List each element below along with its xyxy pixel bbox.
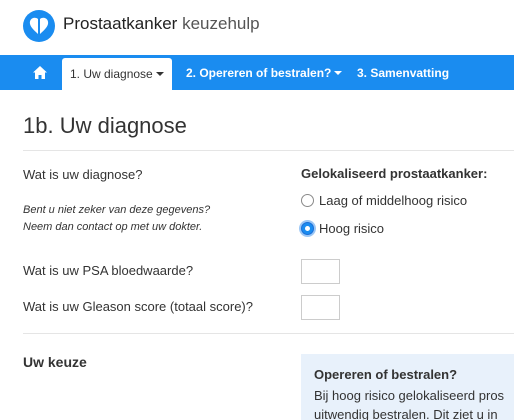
app-title-main: Prostaatkanker — [63, 14, 178, 33]
hint-text: Bent u niet zeker van deze gegevens? Nee… — [23, 202, 210, 236]
info-title: Opereren of bestralen? — [314, 367, 458, 382]
gleason-input[interactable] — [301, 295, 340, 320]
heart-split-icon[interactable] — [23, 10, 55, 42]
choice-title: Uw keuze — [23, 354, 87, 370]
chevron-down-icon — [334, 70, 343, 75]
tab-samenvatting-label: 3. Samenvatting — [357, 65, 450, 80]
app-title-sub: keuzehulp — [182, 14, 260, 33]
info-text-line: uitwendig bestralen. Dit ziet u in — [314, 407, 498, 420]
gleason-question: Wat is uw Gleason score (totaal score)? — [23, 299, 253, 314]
localized-cancer-title: Gelokaliseerd prostaatkanker: — [301, 166, 488, 181]
nav-home-button[interactable] — [25, 55, 55, 90]
radio-high-risk[interactable]: Hoog risico — [301, 221, 384, 236]
hint-line: Neem dan contact op met uw dokter. — [23, 221, 203, 233]
info-text: Bij hoog risico gelokaliseerd pros uitwe… — [314, 386, 514, 420]
radio-low-medium-risk[interactable]: Laag of middelhoog risico — [301, 193, 467, 208]
chevron-down-icon — [155, 72, 164, 76]
info-box: Opereren of bestralen? Bij hoog risico g… — [301, 354, 514, 420]
tab-opereren-bestralen[interactable]: 2. Opereren of bestralen? — [186, 55, 343, 90]
radio-label: Laag of middelhoog risico — [319, 193, 468, 208]
tab-opereren-bestralen-label: 2. Opereren of bestralen? — [186, 65, 332, 80]
home-icon — [33, 66, 47, 79]
hint-line: Bent u niet zeker van deze gegevens? — [23, 204, 211, 216]
info-text-line: Bij hoog risico gelokaliseerd pros — [314, 388, 505, 403]
page-title: 1b. Uw diagnose — [23, 113, 187, 138]
divider — [23, 150, 514, 151]
psa-question: Wat is uw PSA bloedwaarde? — [23, 263, 194, 278]
psa-input[interactable] — [301, 259, 340, 284]
app-header: Prostaatkanker keuzehulp — [0, 0, 514, 52]
app-title[interactable]: Prostaatkanker keuzehulp — [63, 14, 260, 34]
radio-button-checked[interactable] — [301, 222, 314, 235]
tab-diagnose-label: 1. Uw diagnose — [70, 67, 153, 81]
radio-label: Hoog risico — [319, 221, 385, 236]
radio-button[interactable] — [301, 194, 314, 207]
divider — [23, 333, 514, 334]
main-nav: 1. Uw diagnose 2. Opereren of bestralen?… — [0, 55, 514, 90]
tab-diagnose[interactable]: 1. Uw diagnose — [62, 58, 172, 90]
diagnosis-question: Wat is uw diagnose? — [23, 167, 143, 182]
tab-samenvatting[interactable]: 3. Samenvatting — [357, 55, 449, 90]
